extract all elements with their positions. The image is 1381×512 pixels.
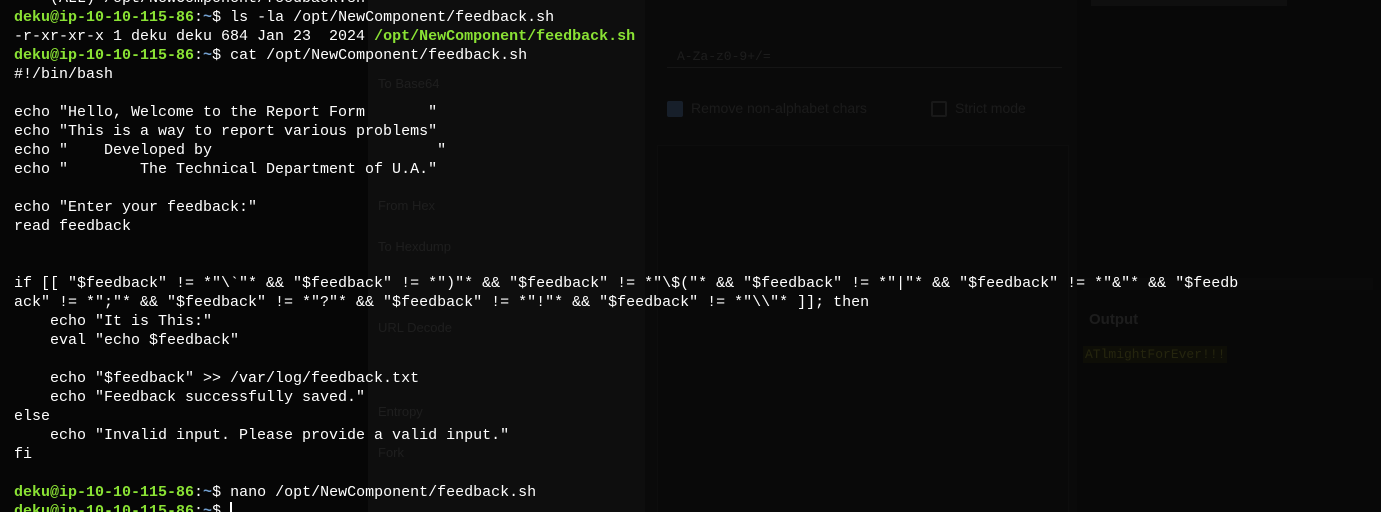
terminal-line: deku@ip-10-10-115-86:~$ nano /opt/NewCom… (14, 483, 1238, 502)
terminal-line: deku@ip-10-10-115-86:~$ (14, 502, 1238, 512)
terminal-line: echo " Developed by " (14, 141, 1238, 160)
terminal-text: $ (212, 503, 231, 512)
terminal-window[interactable]: (ALL) /opt/NewComponent/feedback.shdeku@… (0, 0, 1381, 512)
terminal-text: echo "Feedback successfully saved." (14, 389, 366, 406)
prompt-user-host: deku@ip-10-10-115-86 (14, 47, 195, 64)
terminal-text: : (194, 503, 204, 512)
terminal-text: echo "This is a way to report various pr… (14, 123, 438, 140)
terminal-line: echo "Enter your feedback:" (14, 198, 1238, 217)
prompt-user-host: deku@ip-10-10-115-86 (14, 9, 195, 26)
file-path: /opt/NewComponent/feedback.sh (374, 28, 636, 45)
terminal-line: deku@ip-10-10-115-86:~$ ls -la /opt/NewC… (14, 8, 1238, 27)
terminal-line: -r-xr-xr-x 1 deku deku 684 Jan 23 2024 /… (14, 27, 1238, 46)
terminal-line: eval "echo $feedback" (14, 331, 1238, 350)
terminal-text: echo "$feedback" >> /var/log/feedback.tx… (14, 370, 420, 387)
text-cursor (230, 502, 233, 512)
terminal-text: (ALL) /opt/NewComponent/feedback.sh (14, 0, 365, 7)
terminal-line: fi (14, 445, 1238, 464)
terminal-text: if [[ "$feedback" != *"\`"* && "$feedbac… (14, 275, 1239, 292)
terminal-text: echo "It is This:" (14, 313, 213, 330)
terminal-text: fi (14, 446, 33, 463)
terminal-line: echo "$feedback" >> /var/log/feedback.tx… (14, 369, 1238, 388)
terminal-line: ack" != *";"* && "$feedback" != *"?"* &&… (14, 293, 1238, 312)
prompt-cwd: ~ (203, 484, 213, 501)
terminal-text: : (194, 9, 204, 26)
terminal-line: echo "Invalid input. Please provide a va… (14, 426, 1238, 445)
terminal-text: echo "Invalid input. Please provide a va… (14, 427, 510, 444)
terminal-line: read feedback (14, 217, 1238, 236)
terminal-text: echo "Enter your feedback:" (14, 199, 258, 216)
desktop-screen: To Base64 From Hex To Hexdump URL Decode… (0, 0, 1381, 512)
terminal-text: echo " Developed by " (14, 142, 447, 159)
terminal-text: echo "Hello, Welcome to the Report Form … (14, 104, 438, 121)
terminal-text: eval "echo $feedback" (14, 332, 240, 349)
terminal-text: $ cat /opt/NewComponent/feedback.sh (212, 47, 528, 64)
prompt-cwd: ~ (203, 9, 213, 26)
prompt-user-host: deku@ip-10-10-115-86 (14, 503, 195, 512)
terminal-line: deku@ip-10-10-115-86:~$ cat /opt/NewComp… (14, 46, 1238, 65)
terminal-text: echo " The Technical Department of U.A." (14, 161, 438, 178)
terminal-text: $ ls -la /opt/NewComponent/feedback.sh (212, 9, 555, 26)
terminal-line: #!/bin/bash (14, 65, 1238, 84)
terminal-text: read feedback (14, 218, 132, 235)
terminal-text: : (194, 47, 204, 64)
terminal-line: if [[ "$feedback" != *"\`"* && "$feedbac… (14, 274, 1238, 293)
terminal-text: -r-xr-xr-x 1 deku deku 684 Jan 23 2024 (14, 28, 375, 45)
terminal-text: : (194, 484, 204, 501)
prompt-cwd: ~ (203, 503, 213, 512)
terminal-text: ack" != *";"* && "$feedback" != *"?"* &&… (14, 294, 870, 311)
terminal-text: else (14, 408, 51, 425)
terminal-line: echo "Hello, Welcome to the Report Form … (14, 103, 1238, 122)
terminal-text: #!/bin/bash (14, 66, 114, 83)
terminal-line: echo " The Technical Department of U.A." (14, 160, 1238, 179)
terminal-line: echo "Feedback successfully saved." (14, 388, 1238, 407)
terminal-line: else (14, 407, 1238, 426)
prompt-user-host: deku@ip-10-10-115-86 (14, 484, 195, 501)
terminal-output: (ALL) /opt/NewComponent/feedback.shdeku@… (14, 0, 1238, 512)
terminal-text: $ nano /opt/NewComponent/feedback.sh (212, 484, 537, 501)
terminal-line: echo "It is This:" (14, 312, 1238, 331)
prompt-cwd: ~ (203, 47, 213, 64)
terminal-line: echo "This is a way to report various pr… (14, 122, 1238, 141)
terminal-line: (ALL) /opt/NewComponent/feedback.sh (14, 0, 1238, 8)
